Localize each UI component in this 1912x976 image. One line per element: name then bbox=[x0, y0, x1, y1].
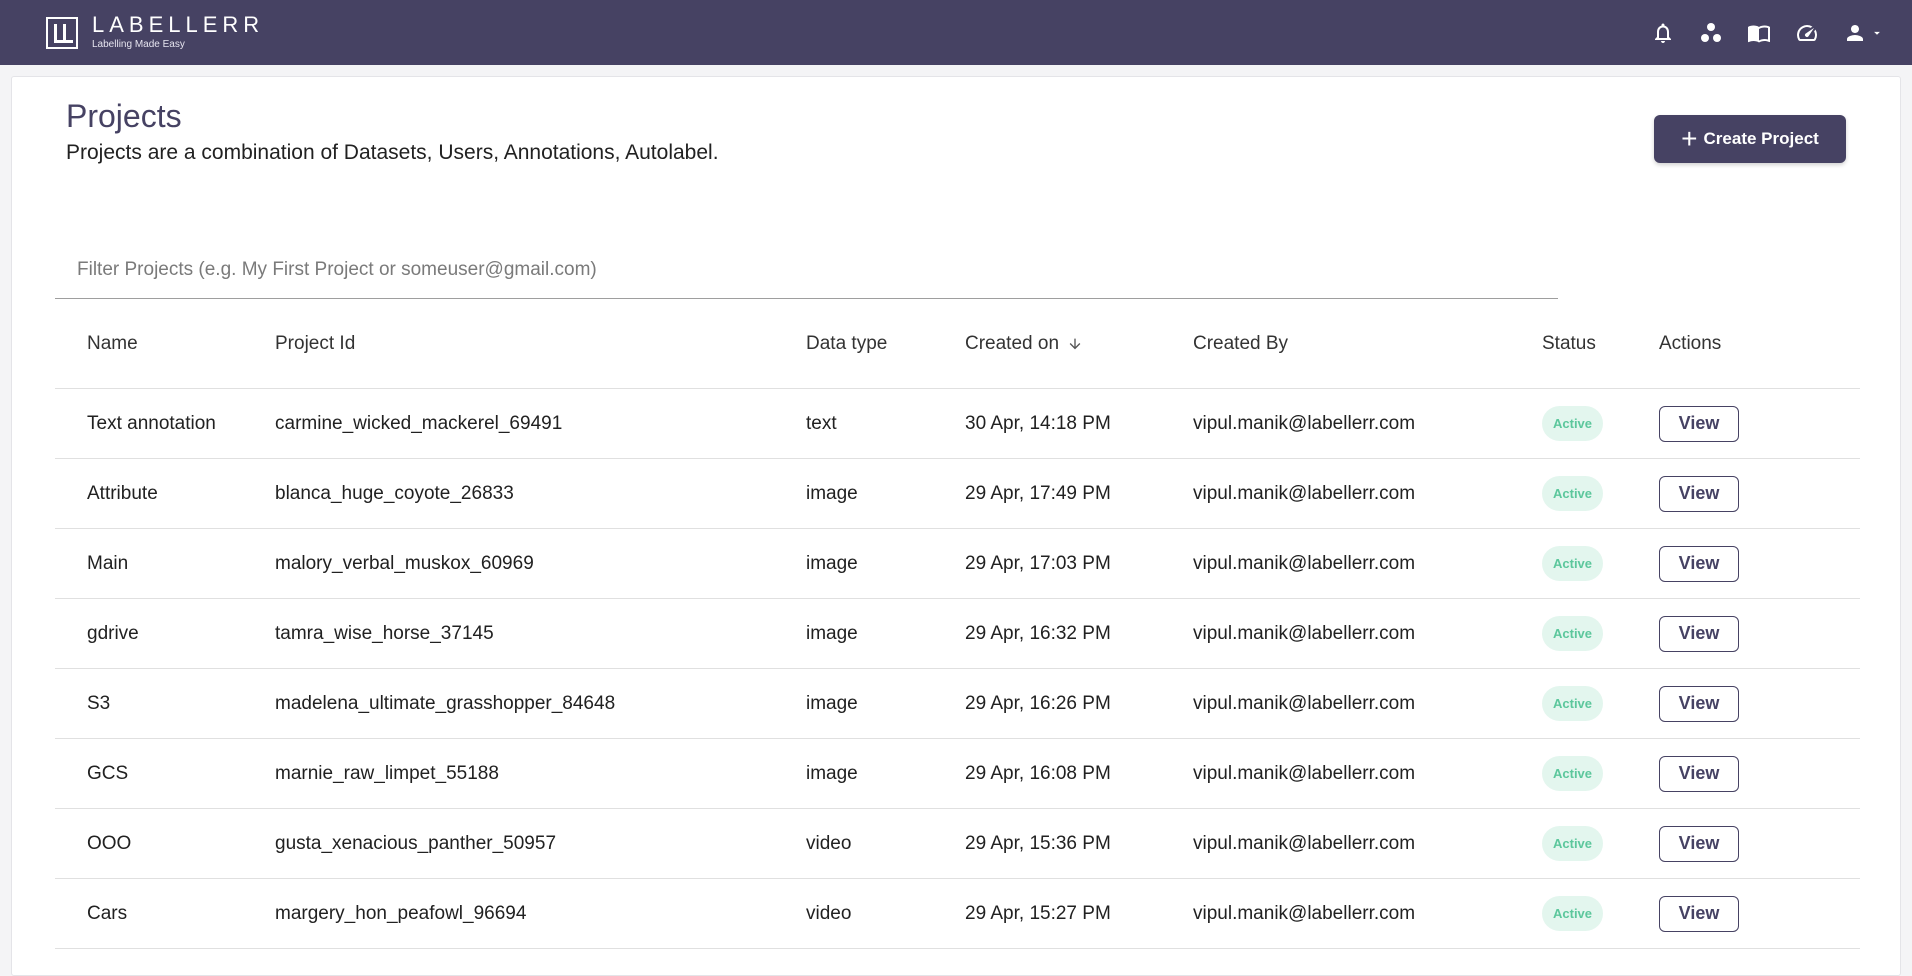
data-type: image bbox=[806, 482, 858, 504]
status-badge: Active bbox=[1542, 616, 1604, 651]
brand-name: LABELLERR bbox=[92, 11, 265, 37]
created-by: vipul.manik@labellerr.com bbox=[1193, 552, 1416, 574]
view-button[interactable]: View bbox=[1659, 755, 1739, 792]
data-type: video bbox=[806, 832, 852, 854]
status-badge: Active bbox=[1542, 476, 1604, 511]
project-id: marnie_raw_limpet_55188 bbox=[275, 762, 499, 784]
table-row[interactable]: GCS marnie_raw_limpet_55188 image 29 Apr… bbox=[55, 739, 1860, 809]
table-row[interactable]: OOO gusta_xenacious_panther_50957 video … bbox=[55, 809, 1860, 879]
project-name: OOO bbox=[87, 832, 132, 854]
status-badge: Active bbox=[1542, 406, 1604, 441]
project-name: Attribute bbox=[87, 482, 158, 504]
column-header-name[interactable]: Name bbox=[55, 333, 275, 355]
user-menu[interactable] bbox=[1842, 20, 1884, 46]
filter-projects bbox=[55, 241, 1558, 299]
brand-logo[interactable]: LABELLERR Labelling Made Easy bbox=[46, 11, 265, 52]
project-id: tamra_wise_horse_37145 bbox=[275, 622, 494, 644]
project-name: S3 bbox=[87, 692, 111, 714]
table-row[interactable]: S3 madelena_ultimate_grasshopper_84648 i… bbox=[55, 669, 1860, 739]
data-type: image bbox=[806, 552, 858, 574]
status-badge: Active bbox=[1542, 546, 1604, 581]
view-button[interactable]: View bbox=[1659, 685, 1739, 722]
created-on: 29 Apr, 17:49 PM bbox=[965, 482, 1111, 504]
created-on: 29 Apr, 16:08 PM bbox=[965, 762, 1111, 784]
view-button[interactable]: View bbox=[1659, 545, 1739, 582]
view-button[interactable]: View bbox=[1659, 475, 1739, 512]
created-on: 29 Apr, 15:36 PM bbox=[965, 832, 1111, 854]
column-header-actions: Actions bbox=[1659, 333, 1722, 354]
page-title: Projects bbox=[66, 98, 182, 134]
project-name: GCS bbox=[87, 762, 129, 784]
table-row[interactable]: Attribute blanca_huge_coyote_26833 image… bbox=[55, 459, 1860, 529]
column-header-data-type[interactable]: Data type bbox=[806, 333, 965, 355]
caret-down-icon bbox=[1870, 20, 1884, 46]
created-on: 29 Apr, 15:27 PM bbox=[965, 902, 1111, 924]
data-type: image bbox=[806, 762, 858, 784]
brand-tagline: Labelling Made Easy bbox=[92, 38, 185, 50]
status-badge: Active bbox=[1542, 826, 1604, 861]
status-badge: Active bbox=[1542, 896, 1604, 931]
column-header-created-by[interactable]: Created By bbox=[1193, 333, 1542, 355]
projects-card: Projects Projects are a combination of D… bbox=[11, 76, 1901, 976]
project-name: Cars bbox=[87, 902, 128, 924]
data-type: text bbox=[806, 412, 837, 434]
column-header-project-id[interactable]: Project Id bbox=[275, 333, 806, 355]
arrow-down-icon[interactable] bbox=[1067, 336, 1083, 352]
column-header-created-on[interactable]: Created on bbox=[965, 333, 1193, 355]
column-header-created-on-label: Created on bbox=[965, 333, 1060, 354]
create-project-label: Create Project bbox=[1703, 129, 1819, 148]
topbar-actions bbox=[1650, 20, 1884, 46]
view-button[interactable]: View bbox=[1659, 405, 1739, 442]
created-on: 29 Apr, 16:26 PM bbox=[965, 692, 1111, 714]
project-name: Text annotation bbox=[87, 412, 216, 434]
table-row[interactable]: Text annotation carmine_wicked_mackerel_… bbox=[55, 389, 1860, 459]
bell-icon[interactable] bbox=[1650, 20, 1676, 46]
created-by: vipul.manik@labellerr.com bbox=[1193, 622, 1416, 644]
project-name: gdrive bbox=[87, 622, 139, 644]
project-id: malory_verbal_muskox_60969 bbox=[275, 552, 534, 574]
project-id: gusta_xenacious_panther_50957 bbox=[275, 832, 557, 854]
view-button[interactable]: View bbox=[1659, 895, 1739, 932]
top-app-bar: LABELLERR Labelling Made Easy bbox=[0, 0, 1912, 65]
project-id: margery_hon_peafowl_96694 bbox=[275, 902, 527, 924]
labellerr-logo-icon bbox=[46, 16, 78, 49]
created-on: 30 Apr, 14:18 PM bbox=[965, 412, 1111, 434]
plus-icon: + bbox=[1681, 123, 1698, 154]
projects-table: Name Project Id Data type Created on Cre… bbox=[55, 300, 1860, 949]
created-by: vipul.manik@labellerr.com bbox=[1193, 762, 1416, 784]
create-project-button[interactable]: + Create Project bbox=[1654, 115, 1846, 163]
page-subtitle: Projects are a combination of Datasets, … bbox=[66, 141, 719, 164]
table-row[interactable]: gdrive tamra_wise_horse_37145 image 29 A… bbox=[55, 599, 1860, 669]
column-header-status[interactable]: Status bbox=[1542, 333, 1659, 355]
apps-icon[interactable] bbox=[1698, 20, 1724, 46]
created-on: 29 Apr, 17:03 PM bbox=[965, 552, 1111, 574]
table-row[interactable]: Main malory_verbal_muskox_60969 image 29… bbox=[55, 529, 1860, 599]
status-badge: Active bbox=[1542, 686, 1604, 721]
user-icon bbox=[1842, 20, 1868, 46]
project-id: madelena_ultimate_grasshopper_84648 bbox=[275, 692, 616, 714]
created-by: vipul.manik@labellerr.com bbox=[1193, 832, 1416, 854]
project-id: blanca_huge_coyote_26833 bbox=[275, 482, 514, 504]
view-button[interactable]: View bbox=[1659, 615, 1739, 652]
created-on: 29 Apr, 16:32 PM bbox=[965, 622, 1111, 644]
created-by: vipul.manik@labellerr.com bbox=[1193, 902, 1416, 924]
table-header: Name Project Id Data type Created on Cre… bbox=[55, 300, 1860, 389]
data-type: video bbox=[806, 902, 852, 924]
project-id: carmine_wicked_mackerel_69491 bbox=[275, 412, 563, 434]
speedometer-icon[interactable] bbox=[1794, 20, 1820, 46]
table-row[interactable]: Cars margery_hon_peafowl_96694 video 29 … bbox=[55, 879, 1860, 949]
project-name: Main bbox=[87, 552, 129, 574]
book-icon[interactable] bbox=[1746, 20, 1772, 46]
view-button[interactable]: View bbox=[1659, 825, 1739, 862]
status-badge: Active bbox=[1542, 756, 1604, 791]
created-by: vipul.manik@labellerr.com bbox=[1193, 482, 1416, 504]
created-by: vipul.manik@labellerr.com bbox=[1193, 412, 1416, 434]
filter-projects-input[interactable] bbox=[55, 241, 1558, 298]
data-type: image bbox=[806, 692, 858, 714]
created-by: vipul.manik@labellerr.com bbox=[1193, 692, 1416, 714]
data-type: image bbox=[806, 622, 858, 644]
